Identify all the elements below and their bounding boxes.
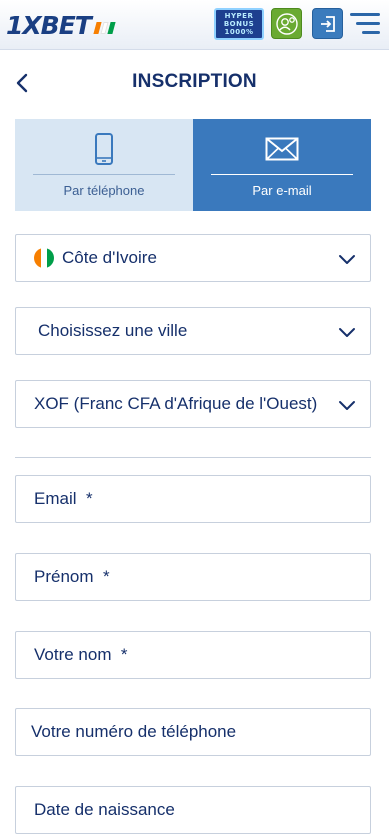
hyper-bonus-line1: HYPER xyxy=(224,12,254,20)
section-divider xyxy=(15,457,371,458)
tab-by-email[interactable]: Par e-mail xyxy=(193,119,371,211)
birth-date-field-placeholder: Date de naissance xyxy=(34,800,175,819)
logo-flag xyxy=(93,22,116,34)
email-field[interactable]: Email * xyxy=(15,475,371,523)
menu-icon[interactable] xyxy=(350,13,380,35)
tab-email-underline xyxy=(211,174,353,175)
logo[interactable]: 1XBET xyxy=(6,10,116,40)
tab-phone-underline xyxy=(33,174,175,175)
phone-number-field[interactable]: Votre numéro de téléphone xyxy=(15,708,371,756)
menu-line-2 xyxy=(356,22,380,25)
phone-icon xyxy=(95,133,113,165)
first-name-field-placeholder: Prénom * xyxy=(34,567,110,586)
page-title: INSCRIPTION xyxy=(132,71,257,92)
country-select[interactable]: Côte d'Ivoire xyxy=(15,234,371,282)
flag-stripe-orange xyxy=(34,248,41,268)
envelope-icon xyxy=(265,137,299,161)
phone-number-field-placeholder: Votre numéro de téléphone xyxy=(31,722,237,741)
menu-line-1 xyxy=(350,13,380,16)
top-bar: 1XBET HYPER BONUS 1000% xyxy=(0,0,389,50)
login-icon xyxy=(320,15,335,32)
last-name-field[interactable]: Votre nom * xyxy=(15,631,371,679)
city-select-value: Choisissez une ville xyxy=(38,321,188,340)
chevron-down-icon xyxy=(339,328,355,337)
hyper-bonus-line2: BONUS xyxy=(223,20,255,28)
country-flag-icon xyxy=(34,248,54,268)
email-field-placeholder: Email * xyxy=(34,489,93,508)
currency-select-value: XOF (Franc CFA d'Afrique de l'Ouest) xyxy=(34,394,318,413)
birth-date-field[interactable]: Date de naissance xyxy=(15,786,371,834)
first-name-field[interactable]: Prénom * xyxy=(15,553,371,601)
flag-stripe-white xyxy=(40,248,48,268)
flag-stripe-green xyxy=(47,248,54,268)
menu-line-3 xyxy=(362,31,380,34)
login-button[interactable] xyxy=(312,8,343,39)
tab-phone-label: Par téléphone xyxy=(63,183,145,198)
tab-email-icon-wrap xyxy=(193,133,371,165)
account-button[interactable] xyxy=(271,8,302,39)
tab-by-phone[interactable]: Par téléphone xyxy=(15,119,193,211)
last-name-field-placeholder: Votre nom * xyxy=(34,645,128,664)
hyper-bonus-badge[interactable]: HYPER BONUS 1000% xyxy=(214,8,264,40)
city-select[interactable]: Choisissez une ville xyxy=(15,307,371,355)
country-select-value: Côte d'Ivoire xyxy=(62,248,157,267)
logo-flag-green xyxy=(107,22,116,34)
currency-select[interactable]: XOF (Franc CFA d'Afrique de l'Ouest) xyxy=(15,380,371,428)
chevron-down-icon xyxy=(339,401,355,410)
hyper-bonus-line3: 1000% xyxy=(224,28,254,36)
tab-phone-icon-wrap xyxy=(15,133,193,165)
user-icon xyxy=(275,12,298,35)
chevron-down-icon xyxy=(339,255,355,264)
tab-email-label: Par e-mail xyxy=(252,183,312,198)
logo-text: 1XBET xyxy=(6,10,92,40)
